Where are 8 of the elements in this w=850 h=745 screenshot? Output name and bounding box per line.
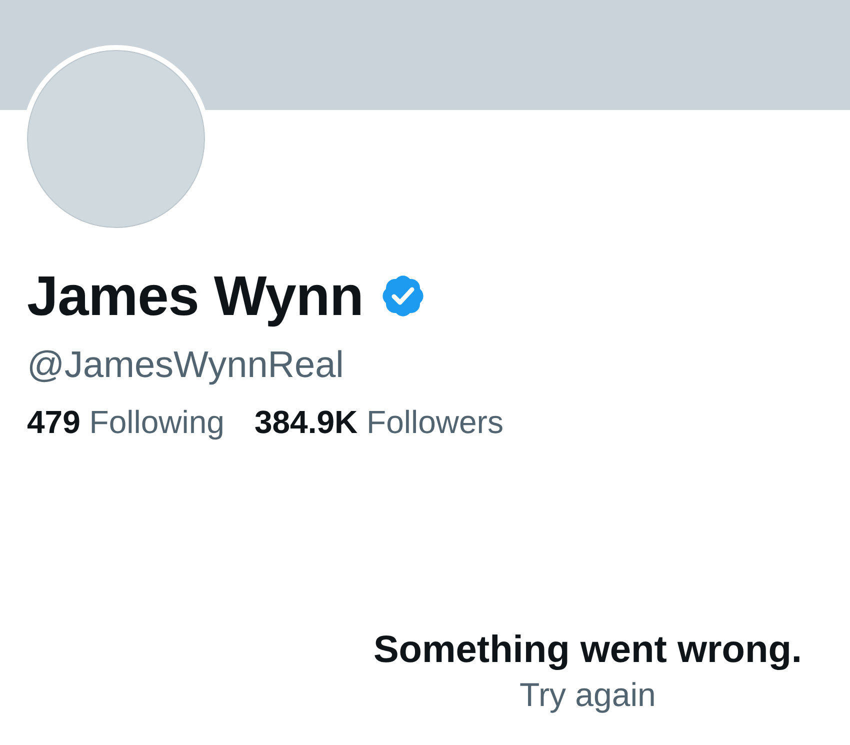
profile-handle: @JamesWynnReal <box>27 343 345 388</box>
stat-label[interactable]: Following <box>89 404 224 440</box>
profile-name: James Wynn <box>27 263 364 329</box>
stat-count[interactable]: 479 <box>27 404 80 440</box>
try-again-link[interactable]: Try again <box>520 674 656 716</box>
error-message: Something went wrong. <box>373 628 802 673</box>
stat-count[interactable]: 384.9K <box>254 404 358 440</box>
stat-label[interactable]: Followers <box>366 404 504 440</box>
